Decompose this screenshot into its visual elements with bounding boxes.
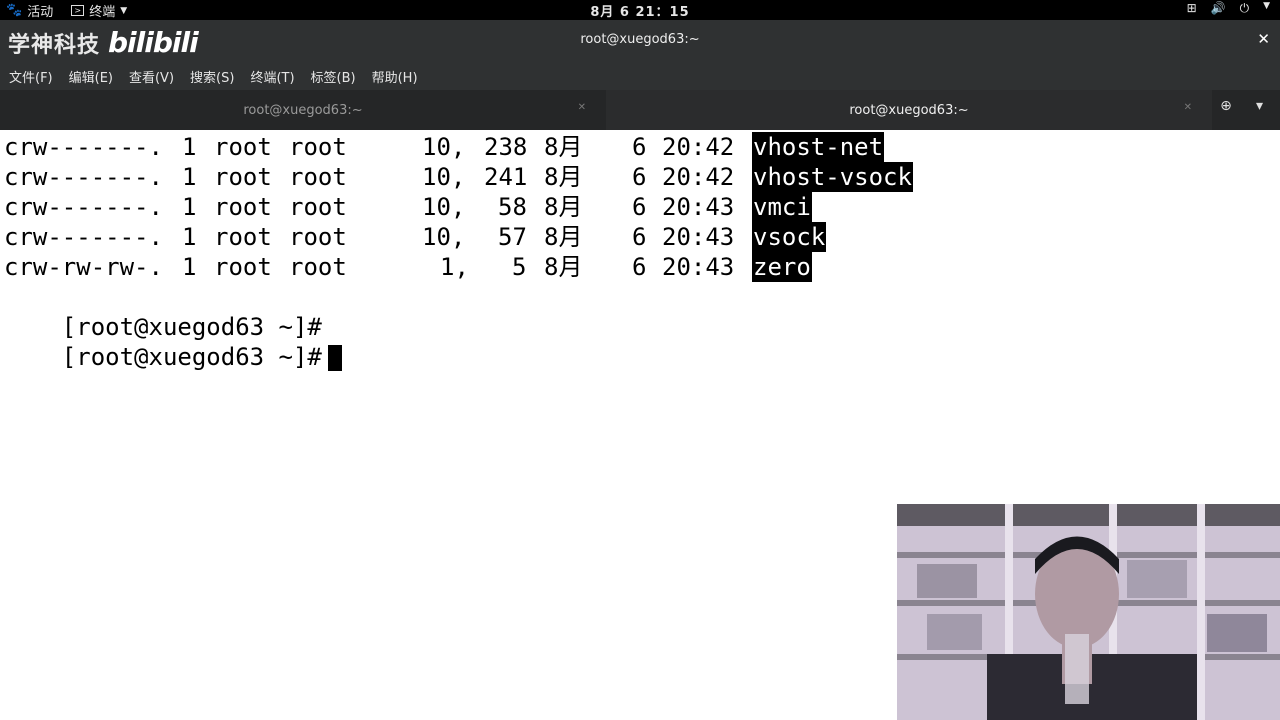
menu-file[interactable]: 文件(F) <box>9 67 53 86</box>
month: 8月 <box>544 163 583 191</box>
time: 20:43 <box>662 223 735 251</box>
minor: 57 <box>498 223 527 251</box>
filename: vmci <box>752 192 812 222</box>
links: 1 <box>182 223 197 251</box>
shell-prompt: [root@xuegod63 ~]# <box>4 282 322 341</box>
month: 8月 <box>544 133 583 161</box>
close-icon[interactable]: ✕ <box>578 102 586 113</box>
tab-2-active[interactable]: root@xuegod63:~ ✕ <box>606 90 1212 130</box>
tab-label: root@xuegod63:~ <box>849 102 969 118</box>
filename: vhost-net <box>752 132 885 162</box>
new-tab-icon[interactable]: ⊕ <box>1212 98 1240 122</box>
perm: crw-------. <box>4 133 163 161</box>
window-title-bar[interactable]: 学神科技 bilibili root@xuegod63:~ ✕ <box>0 20 1280 62</box>
minor: 241 <box>484 163 528 191</box>
volume-icon: 🔊 <box>1210 1 1226 15</box>
ls-row: crw-------. 1 root root 10, 58 8月 6 20:4… <box>4 192 812 222</box>
minor: 5 <box>512 253 527 281</box>
filename: vsock <box>752 222 827 252</box>
webcam-image <box>897 504 1280 720</box>
ls-row: crw-------. 1 root root 10, 241 8月 6 20:… <box>4 162 913 192</box>
day: 6 <box>632 223 647 251</box>
group: root <box>289 163 347 191</box>
day: 6 <box>632 133 647 161</box>
system-status-area[interactable]: ⊞ 🔊 ⏻ ▼ <box>1187 1 1270 16</box>
gnome-top-bar: 🐾 活动 > 终端 ▼ 8月 6 21：15 ⊞ 🔊 ⏻ ▼ <box>0 0 1280 20</box>
ls-row: crw-rw-rw-. 1 root root 1, 5 8月 6 20:43 … <box>4 252 812 282</box>
month: 8月 <box>544 253 583 281</box>
owner: root <box>214 223 272 251</box>
close-icon[interactable]: ✕ <box>1257 30 1270 48</box>
ls-row: crw-------. 1 root root 10, 238 8月 6 20:… <box>4 132 885 162</box>
group: root <box>289 223 347 251</box>
major: 1, <box>440 253 469 281</box>
menu-edit[interactable]: 编辑(E) <box>69 67 113 86</box>
day: 6 <box>632 193 647 221</box>
chevron-down-icon: ▼ <box>1263 1 1270 11</box>
tab-1[interactable]: root@xuegod63:~ ✕ <box>0 90 606 130</box>
perm: crw-------. <box>4 163 163 191</box>
links: 1 <box>182 253 197 281</box>
menu-bar: 文件(F) 编辑(E) 查看(V) 搜索(S) 终端(T) 标签(B) 帮助(H… <box>0 62 1280 90</box>
owner: root <box>214 253 272 281</box>
prompt-text: [root@xuegod63 ~]# <box>61 343 322 371</box>
time: 20:42 <box>662 133 735 161</box>
clock[interactable]: 8月 6 21：15 <box>0 1 1280 20</box>
power-icon: ⏻ <box>1239 1 1250 15</box>
major: 10, <box>422 133 466 161</box>
menu-icon[interactable]: ▾ <box>1256 98 1263 114</box>
tab-label: root@xuegod63:~ <box>243 102 363 118</box>
minor: 58 <box>498 193 527 221</box>
major: 10, <box>422 223 466 251</box>
text-cursor <box>327 345 342 371</box>
owner: root <box>214 163 272 191</box>
time: 20:43 <box>662 193 735 221</box>
group: root <box>289 133 347 161</box>
filename: vhost-vsock <box>752 162 913 192</box>
tab-bar: root@xuegod63:~ ✕ root@xuegod63:~ ✕ ⊕ ▾ <box>0 90 1280 130</box>
filename: zero <box>752 252 812 282</box>
links: 1 <box>182 163 197 191</box>
menu-search[interactable]: 搜索(S) <box>190 67 234 86</box>
major: 10, <box>422 163 466 191</box>
ls-row: crw-------. 1 root root 10, 57 8月 6 20:4… <box>4 222 827 252</box>
group: root <box>289 193 347 221</box>
shell-prompt-current[interactable]: [root@xuegod63 ~]# <box>4 312 342 371</box>
links: 1 <box>182 193 197 221</box>
close-icon[interactable]: ✕ <box>1184 102 1192 113</box>
month: 8月 <box>544 223 583 251</box>
menu-view[interactable]: 查看(V) <box>129 67 174 86</box>
links: 1 <box>182 133 197 161</box>
window-title: root@xuegod63:~ <box>580 32 700 47</box>
day: 6 <box>632 163 647 191</box>
menu-help[interactable]: 帮助(H) <box>372 67 418 86</box>
day: 6 <box>632 253 647 281</box>
presenter-webcam-video <box>897 504 1280 720</box>
month: 8月 <box>544 193 583 221</box>
perm: crw-------. <box>4 223 163 251</box>
network-icon: ⊞ <box>1186 1 1197 15</box>
major: 10, <box>422 193 466 221</box>
owner: root <box>214 193 272 221</box>
menu-terminal[interactable]: 终端(T) <box>250 67 294 86</box>
perm: crw-rw-rw-. <box>4 253 163 281</box>
owner: root <box>214 133 272 161</box>
group: root <box>289 253 347 281</box>
minor: 238 <box>484 133 528 161</box>
time: 20:42 <box>662 163 735 191</box>
time: 20:43 <box>662 253 735 281</box>
menu-tabs[interactable]: 标签(B) <box>311 67 356 86</box>
perm: crw-------. <box>4 193 163 221</box>
